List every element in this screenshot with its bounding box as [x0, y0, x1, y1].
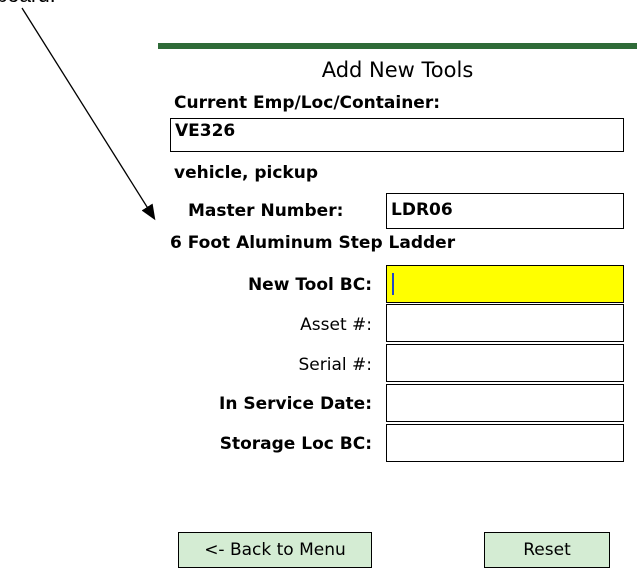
form-title: Add New Tools: [321, 58, 474, 82]
serial-number-label: Serial #:: [298, 355, 372, 375]
back-to-menu-button[interactable]: <- Back to Menu: [178, 532, 372, 568]
serial-number-input[interactable]: [386, 344, 624, 382]
current-location-label: Current Emp/Loc/Container:: [174, 93, 441, 113]
in-service-date-label: In Service Date:: [219, 394, 372, 414]
master-number-description: 6 Foot Aluminum Step Ladder: [170, 233, 456, 253]
master-number-field[interactable]: LDR06: [386, 193, 624, 229]
text-cursor: [392, 273, 394, 295]
current-location-field[interactable]: VE326: [170, 118, 624, 152]
new-tool-bc-label: New Tool BC:: [247, 275, 372, 295]
asset-number-input[interactable]: [386, 304, 624, 342]
asset-number-label: Asset #:: [300, 315, 372, 335]
header-bar: [158, 43, 637, 49]
current-location-description: vehicle, pickup: [174, 163, 319, 183]
storage-loc-bc-input[interactable]: [386, 424, 624, 462]
master-number-label: Master Number:: [188, 201, 344, 221]
storage-loc-bc-label: Storage Loc BC:: [219, 434, 372, 454]
in-service-date-input[interactable]: [386, 384, 624, 422]
new-tool-bc-input[interactable]: [386, 265, 624, 303]
reset-button[interactable]: Reset: [484, 532, 610, 568]
